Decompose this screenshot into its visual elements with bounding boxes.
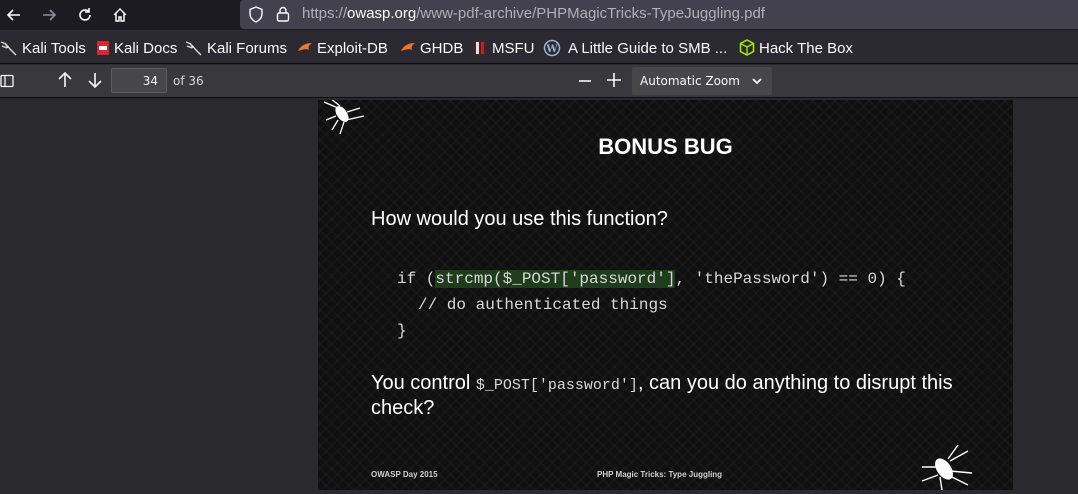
chevron-down-icon bbox=[752, 78, 762, 85]
code-line-3: } bbox=[397, 322, 407, 340]
minus-icon bbox=[579, 80, 591, 82]
paragraph-text: You control bbox=[371, 372, 476, 394]
svg-text:W: W bbox=[545, 44, 558, 55]
bookmark-kali-tools[interactable]: Kali Tools bbox=[0, 38, 86, 58]
lock-icon[interactable] bbox=[276, 6, 290, 22]
pdf-page: BONUS BUG How would you use this functio… bbox=[318, 100, 1013, 490]
kali-docs-icon bbox=[97, 41, 109, 55]
bookmark-label: MSFU bbox=[492, 39, 535, 57]
back-button[interactable] bbox=[2, 3, 26, 27]
wordpress-icon: W bbox=[543, 39, 561, 57]
zoom-out-button[interactable] bbox=[578, 73, 594, 89]
bookmark-label: Kali Tools bbox=[22, 39, 86, 57]
next-page-button[interactable] bbox=[86, 71, 106, 91]
slide-question: How would you use this function? bbox=[371, 208, 668, 230]
bookmark-msfu[interactable]: MSFU bbox=[472, 38, 535, 58]
bookmark-kali-forums[interactable]: Kali Forums bbox=[185, 38, 287, 58]
reload-button[interactable] bbox=[73, 3, 97, 27]
bookmark-smb-guide[interactable]: W A Little Guide to SMB ... bbox=[543, 38, 727, 58]
url-bar[interactable]: https://owasp.org/www-pdf-archive/PHPMag… bbox=[240, 0, 1078, 29]
page-count-label: of 36 bbox=[173, 74, 204, 88]
slide-paragraph: You control $_POST['password'], can you … bbox=[371, 372, 971, 419]
reload-icon bbox=[79, 8, 91, 21]
home-icon bbox=[113, 7, 127, 22]
htb-cube-icon bbox=[739, 39, 755, 56]
cockroach-logo-icon bbox=[921, 445, 973, 490]
zoom-select-value: Automatic Zoom bbox=[640, 74, 740, 88]
plus-icon bbox=[607, 73, 621, 87]
url-text[interactable]: https://owasp.org/www-pdf-archive/PHPMag… bbox=[302, 5, 765, 22]
url-path: /www-pdf-archive/PHPMagicTricks-TypeJugg… bbox=[416, 5, 765, 22]
bookmark-label: A Little Guide to SMB ... bbox=[568, 39, 728, 57]
code-highlight: strcmp($_POST['password'] bbox=[435, 270, 676, 288]
kali-dragon-icon bbox=[185, 41, 202, 56]
bookmark-hack-the-box[interactable]: Hack The Box bbox=[739, 38, 853, 58]
navigation-bar: https://owasp.org/www-pdf-archive/PHPMag… bbox=[0, 0, 1078, 30]
kali-dragon-icon bbox=[0, 41, 17, 56]
shield-icon[interactable] bbox=[248, 6, 264, 23]
sidebar-toggle-icon bbox=[0, 74, 14, 88]
pdf-toolbar: 34 of 36 Automatic Zoom bbox=[0, 65, 1078, 98]
zoom-in-button[interactable] bbox=[606, 72, 624, 90]
bookmark-kali-docs[interactable]: Kali Docs bbox=[96, 38, 177, 58]
arrow-down-icon bbox=[88, 73, 102, 89]
code-text: if ( bbox=[397, 270, 436, 288]
arrow-up-icon bbox=[58, 71, 72, 87]
url-prefix: https:// bbox=[302, 5, 348, 22]
cockroach-logo-icon bbox=[323, 100, 365, 135]
pdf-viewer[interactable]: BONUS BUG How would you use this functio… bbox=[0, 98, 1078, 494]
bookmark-label: GHDB bbox=[420, 39, 464, 57]
previous-page-button[interactable] bbox=[56, 71, 76, 91]
code-line-2: // do authenticated things bbox=[418, 296, 668, 314]
page-number-input[interactable]: 34 bbox=[111, 68, 167, 93]
bookmark-label: Kali Forums bbox=[207, 39, 288, 57]
footer-center: PHP Magic Tricks: Type Juggling bbox=[597, 470, 723, 479]
bookmarks-toolbar: Kali Tools Kali Docs Kali Forums Exploit… bbox=[0, 30, 1078, 64]
slide-title: BONUS BUG bbox=[598, 134, 733, 159]
back-arrow-icon bbox=[6, 9, 20, 21]
home-button[interactable] bbox=[108, 3, 132, 27]
bookmark-label: Hack The Box bbox=[759, 39, 853, 57]
code-line-1: if (strcmp($_POST['password'], 'thePassw… bbox=[397, 270, 906, 288]
paragraph-code: $_POST['password'] bbox=[475, 377, 638, 394]
sidebar-toggle-button[interactable] bbox=[0, 73, 16, 89]
bookmark-label: Kali Docs bbox=[114, 39, 178, 57]
forward-arrow-icon bbox=[43, 9, 57, 21]
forward-button[interactable] bbox=[37, 3, 61, 27]
footer-left: OWASP Day 2015 bbox=[371, 470, 438, 479]
bookmark-label: Exploit-DB bbox=[317, 39, 388, 57]
url-host: owasp.org bbox=[347, 5, 417, 22]
bookmark-exploit-db[interactable]: Exploit-DB bbox=[297, 38, 388, 58]
msfu-icon bbox=[473, 40, 487, 56]
ghdb-icon bbox=[401, 43, 415, 51]
bookmark-ghdb[interactable]: GHDB bbox=[400, 38, 463, 58]
exploit-db-icon bbox=[298, 43, 312, 51]
zoom-select[interactable]: Automatic Zoom bbox=[632, 67, 772, 95]
code-text: , 'thePassword') == 0) { bbox=[675, 270, 906, 288]
